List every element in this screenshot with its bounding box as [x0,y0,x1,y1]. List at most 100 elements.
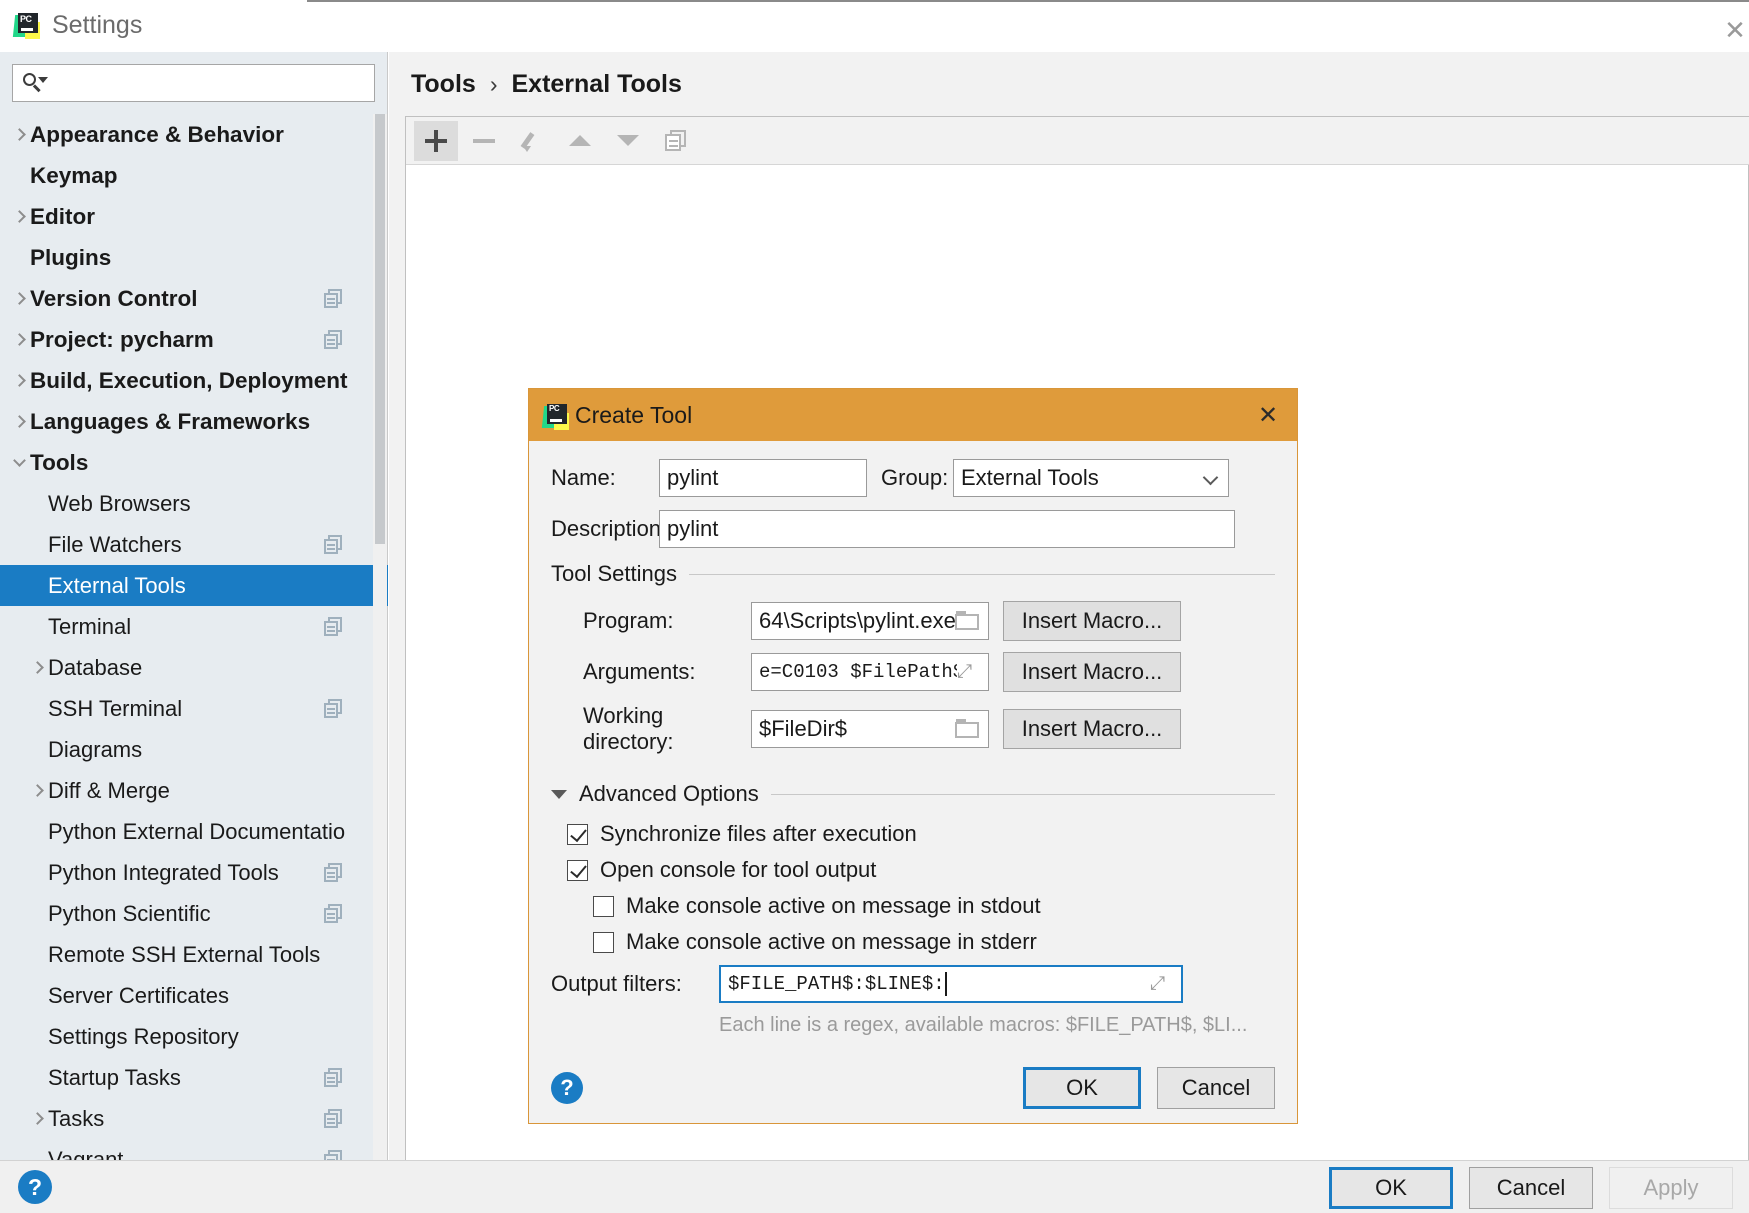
sidebar-item-startup-tasks[interactable]: Startup Tasks [0,1057,388,1098]
working-directory-insert-macro-button[interactable]: Insert Macro... [1003,709,1181,749]
advanced-options-section-header[interactable]: Advanced Options [551,781,1275,807]
arguments-insert-macro-button[interactable]: Insert Macro... [1003,652,1181,692]
sidebar-item-server-certificates[interactable]: Server Certificates [0,975,388,1016]
working-directory-value: $FileDir$ [759,716,848,741]
sidebar-scrollbar[interactable] [373,114,387,1160]
breadcrumb-parent[interactable]: Tools [411,70,476,99]
sidebar-item-editor[interactable]: Editor [0,196,388,237]
sidebar-item-keymap[interactable]: Keymap [0,155,388,196]
window-titlebar: Settings ✕ [0,0,1749,52]
sidebar-item-label: Settings Repository [48,1023,239,1049]
window-close-icon[interactable]: ✕ [1713,14,1749,46]
chevron-right-icon[interactable] [8,333,30,346]
copy-settings-icon [324,534,344,555]
checkbox-row[interactable]: Make console active on message in stderr [567,929,1275,955]
search-input[interactable] [45,72,366,94]
sidebar-item-python-scientific[interactable]: Python Scientific [0,893,388,934]
footer-cancel-button[interactable]: Cancel [1469,1167,1593,1209]
sidebar-item-settings-repository[interactable]: Settings Repository [0,1016,388,1057]
chevron-down-icon[interactable] [8,454,30,467]
sidebar-item-label: Terminal [48,613,132,639]
remove-tool-button[interactable] [462,121,506,161]
dialog-close-icon[interactable]: ✕ [1253,401,1283,429]
sidebar-item-label: Build, Execution, Deployment [30,367,348,393]
breadcrumb-separator-icon: › [489,71,498,97]
dialog-ok-button[interactable]: OK [1023,1067,1141,1109]
sidebar-item-python-external-documentatio[interactable]: Python External Documentatio [0,811,388,852]
chevron-right-icon[interactable] [8,128,30,141]
dialog-footer: ? OK Cancel [551,1067,1275,1109]
sidebar-item-python-integrated-tools[interactable]: Python Integrated Tools [0,852,388,893]
sidebar-item-project-pycharm[interactable]: Project: pycharm [0,319,388,360]
arrow-up-icon [569,135,591,146]
settings-sidebar: Appearance & Behavior Keymap Editor Plugins… [0,52,388,1160]
sidebar-item-external-tools[interactable]: External Tools [0,565,388,606]
sidebar-item-remote-ssh-external-tools[interactable]: Remote SSH External Tools [0,934,388,975]
checkbox-unchecked-icon[interactable] [593,931,614,953]
chevron-right-icon[interactable] [8,415,30,428]
checkbox-row[interactable]: Make console active on message in stdout [567,893,1275,919]
sidebar-item-build-execution-deployment[interactable]: Build, Execution, Deployment [0,360,388,401]
checkbox-row[interactable]: Synchronize files after execution [567,821,1275,847]
footer-help-icon[interactable]: ? [18,1170,52,1204]
plus-icon [425,129,447,152]
sidebar-item-terminal[interactable]: Terminal [0,606,388,647]
search-box[interactable] [12,64,375,102]
checkbox-row[interactable]: Open console for tool output [567,857,1275,883]
sidebar-item-tools[interactable]: Tools [0,442,388,483]
expand-editor-icon[interactable]: ⤢ [1150,973,1174,995]
chevron-right-icon[interactable] [8,210,30,223]
chevron-right-icon[interactable] [26,1112,48,1125]
chevron-right-icon[interactable] [8,292,30,305]
copy-settings-icon [324,1149,344,1160]
sidebar-item-label: Remote SSH External Tools [48,941,321,967]
move-up-button[interactable] [558,121,602,161]
group-label: Group: [881,465,949,490]
footer-ok-button[interactable]: OK [1329,1167,1453,1209]
sidebar-item-label: Python External Documentatio [48,818,346,844]
sidebar-item-diagrams[interactable]: Diagrams [0,729,388,770]
folder-icon[interactable] [955,719,981,739]
sidebar-item-label: Plugins [30,244,112,270]
sidebar-item-diff-merge[interactable]: Diff & Merge [0,770,388,811]
dialog-help-icon[interactable]: ? [551,1072,583,1104]
checkbox-checked-icon[interactable] [567,823,588,845]
program-input[interactable]: 64\Scripts\pylint.exe [751,602,989,640]
name-group-row: Name: pylint Group: External Tools [551,459,1275,497]
name-input[interactable]: pylint [659,459,867,497]
add-tool-button[interactable] [414,120,458,161]
sidebar-item-tasks[interactable]: Tasks [0,1098,388,1139]
program-row: Program: 64\Scripts\pylint.exe Insert Ma… [551,601,1275,641]
description-input[interactable]: pylint [659,510,1235,548]
expand-editor-icon[interactable]: ⤢ [957,661,981,683]
settings-body: Appearance & Behavior Keymap Editor Plugins… [0,52,1749,1166]
folder-icon[interactable] [955,611,981,631]
working-directory-input[interactable]: $FileDir$ [751,710,989,748]
sidebar-scrollbar-thumb[interactable] [375,114,385,544]
sidebar-item-vagrant[interactable]: Vagrant [0,1139,388,1160]
copy-tool-button[interactable] [654,121,698,161]
search-icon [21,71,48,95]
chevron-right-icon[interactable] [26,784,48,797]
chevron-right-icon[interactable] [26,661,48,674]
group-select[interactable]: External Tools [953,459,1229,497]
dialog-cancel-button[interactable]: Cancel [1157,1067,1275,1109]
sidebar-item-ssh-terminal[interactable]: SSH Terminal [0,688,388,729]
sidebar-item-languages-frameworks[interactable]: Languages & Frameworks [0,401,388,442]
chevron-right-icon[interactable] [8,374,30,387]
pencil-icon [520,130,543,152]
sidebar-item-appearance-behavior[interactable]: Appearance & Behavior [0,114,388,155]
edit-tool-button[interactable] [510,121,554,161]
sidebar-item-plugins[interactable]: Plugins [0,237,388,278]
sidebar-item-database[interactable]: Database [0,647,388,688]
sidebar-item-version-control[interactable]: Version Control [0,278,388,319]
checkbox-checked-icon[interactable] [567,859,588,881]
arguments-input[interactable]: e=C0103 $FilePath$ ⤢ [751,653,989,691]
move-down-button[interactable] [606,121,650,161]
sidebar-item-web-browsers[interactable]: Web Browsers [0,483,388,524]
sidebar-item-label: File Watchers [48,531,182,557]
checkbox-unchecked-icon[interactable] [593,895,614,917]
program-insert-macro-button[interactable]: Insert Macro... [1003,601,1181,641]
sidebar-item-file-watchers[interactable]: File Watchers [0,524,388,565]
output-filters-input[interactable]: $FILE_PATH$:$LINE$: ⤢ [719,965,1183,1003]
